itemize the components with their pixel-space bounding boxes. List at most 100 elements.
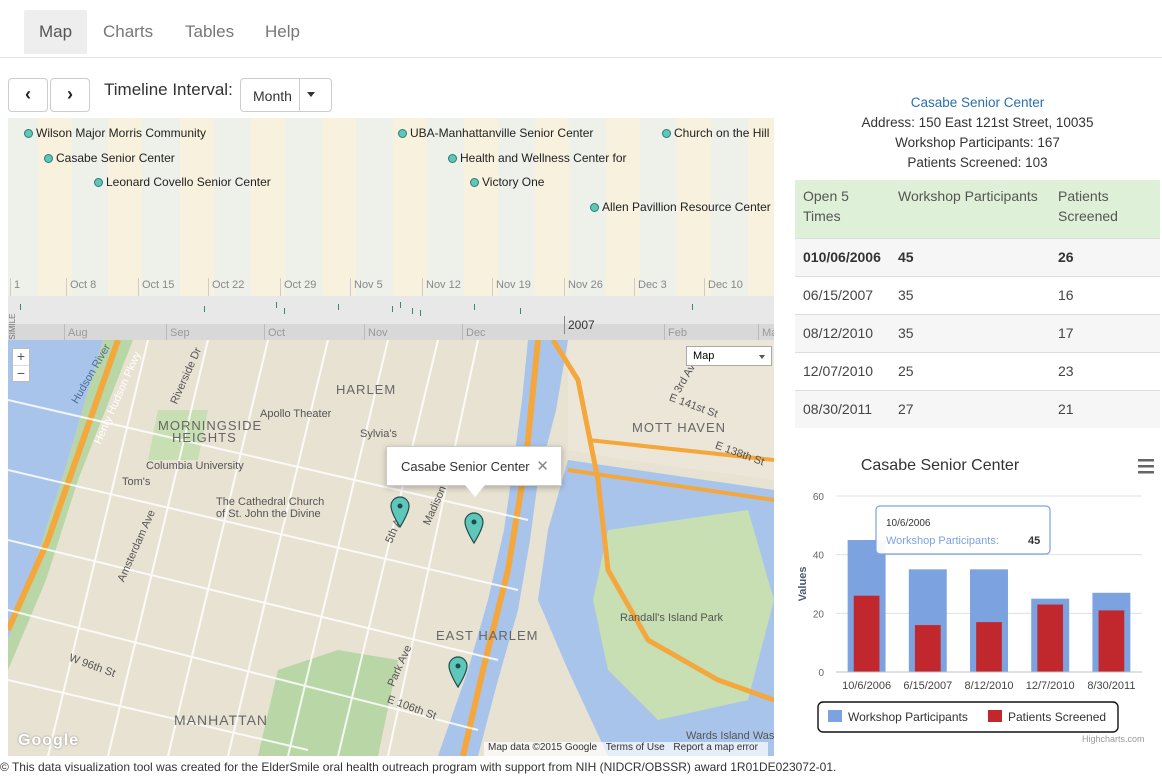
event-label: Wilson Major Morris Community bbox=[36, 126, 207, 140]
map-info-window: Casabe Senior Center ✕ bbox=[386, 446, 562, 497]
legend-label-workshop: Workshop Participants bbox=[848, 710, 968, 724]
chevron-right-icon: › bbox=[67, 84, 73, 104]
bar-patients-screened bbox=[976, 622, 1002, 672]
event-dot-icon bbox=[24, 129, 33, 138]
event-dot-icon bbox=[470, 178, 479, 187]
overview-marker bbox=[204, 306, 205, 312]
cell-screened: 16 bbox=[1050, 275, 1160, 314]
event-dot-icon bbox=[44, 154, 53, 163]
event-label: UBA-Manhattanville Senior Center bbox=[410, 126, 594, 140]
timeline-stripe bbox=[464, 118, 498, 296]
select-divider bbox=[299, 79, 300, 111]
bar-chart: Casabe Senior Center 0 20 40 60 Values 10/6/20… bbox=[790, 446, 1162, 746]
map[interactable]: Hudson River Henry Hudson Pkwy Riverside… bbox=[8, 340, 774, 756]
timeline-overview[interactable]: Aug Sep Oct Nov Dec 2007 Feb Ma bbox=[8, 296, 774, 342]
map-pin-icon[interactable] bbox=[448, 656, 468, 688]
timeline-event[interactable]: Health and Wellness Center for bbox=[448, 150, 627, 166]
timeline-stripe bbox=[322, 118, 356, 296]
timeline-tick: Nov 26 bbox=[564, 278, 603, 298]
cell-date: 12/07/2010 bbox=[795, 351, 890, 390]
map-label: EAST HARLEM bbox=[436, 628, 539, 643]
y-tick-label: 20 bbox=[813, 609, 825, 620]
cell-workshop: 27 bbox=[890, 389, 1050, 428]
report-map-error-link[interactable]: Report a map error bbox=[673, 742, 757, 753]
column-header: Workshop Participants bbox=[890, 180, 1050, 238]
map-label: Randall's Island Park bbox=[620, 612, 723, 624]
close-icon[interactable]: ✕ bbox=[536, 457, 549, 475]
timeline-event[interactable]: Victory One bbox=[470, 174, 544, 190]
map-label: Apollo Theater bbox=[260, 408, 332, 420]
overview-marker bbox=[420, 310, 421, 316]
overview-marker bbox=[338, 304, 339, 310]
timeline-event[interactable]: Leonard Covello Senior Center bbox=[94, 174, 271, 190]
tab-help[interactable]: Help bbox=[250, 10, 315, 54]
legend-label-screened: Patients Screened bbox=[1008, 710, 1106, 724]
next-button[interactable]: › bbox=[50, 78, 90, 112]
table-row: 12/07/2010 25 23 bbox=[795, 351, 1160, 390]
map-data-attribution: Map data ©2015 Google bbox=[488, 742, 598, 753]
bar-patients-screened bbox=[853, 595, 880, 672]
map-label: Columbia University bbox=[146, 460, 244, 472]
overview-marker bbox=[392, 306, 393, 312]
caret-down-icon bbox=[759, 355, 765, 359]
tooltip-series: Workshop Participants: bbox=[886, 535, 999, 547]
tooltip-category: 10/6/2006 bbox=[886, 518, 931, 529]
map-type-select[interactable]: Map bbox=[686, 346, 772, 366]
event-label: Church on the Hill bbox=[674, 126, 770, 140]
timeline[interactable]: Wilson Major Morris Community Casabe Sen… bbox=[8, 118, 774, 342]
map-label: MOTT HAVEN bbox=[632, 420, 727, 435]
cell-screened: 26 bbox=[1050, 237, 1160, 276]
map-label: HEIGHTS bbox=[172, 430, 237, 445]
y-tick-label: 0 bbox=[818, 668, 824, 679]
timeline-tick: Oct 29 bbox=[280, 278, 316, 298]
tab-tables[interactable]: Tables bbox=[170, 10, 249, 54]
cell-workshop: 35 bbox=[890, 275, 1050, 314]
timeline-event[interactable]: Allen Pavillion Resource Center bbox=[590, 199, 771, 215]
timeline-event[interactable]: Casabe Senior Center bbox=[44, 150, 175, 166]
timeline-interval-select[interactable]: Month bbox=[240, 78, 332, 112]
terms-link[interactable]: Terms of Use bbox=[606, 742, 665, 753]
timeline-stripe bbox=[393, 118, 427, 296]
timeline-event[interactable]: Church on the Hill bbox=[662, 125, 769, 141]
zoom-in-button[interactable]: + bbox=[13, 349, 29, 365]
map-label: of St. John the Divine bbox=[216, 508, 321, 520]
overview-year: 2007 bbox=[564, 316, 595, 334]
tab-charts[interactable]: Charts bbox=[88, 10, 168, 54]
map-label: Sylvia's bbox=[360, 428, 397, 440]
zoom-out-button[interactable]: − bbox=[13, 365, 29, 381]
event-dot-icon bbox=[398, 129, 407, 138]
funding-credit: © This data visualization tool was creat… bbox=[0, 760, 837, 774]
prev-button[interactable]: ‹ bbox=[8, 78, 48, 112]
timeline-stripe bbox=[535, 118, 569, 296]
timeline-tick: Oct 22 bbox=[208, 278, 244, 298]
bar-patients-screened bbox=[1037, 604, 1064, 672]
history-table: Open 5 Times Workshop Participants Patie… bbox=[795, 180, 1160, 428]
bar-patients-screened bbox=[914, 625, 941, 672]
highcharts-credits[interactable]: Highcharts.com bbox=[1082, 734, 1145, 744]
tab-map[interactable]: Map bbox=[24, 10, 88, 54]
cell-screened: 17 bbox=[1050, 313, 1160, 352]
chart-svg: Casabe Senior Center 0 20 40 60 Values 10/6/20… bbox=[797, 457, 1154, 733]
x-tick-label: 8/30/2011 bbox=[1087, 680, 1135, 692]
table-header-row: Open 5 Times Workshop Participants Patie… bbox=[795, 180, 1160, 238]
cell-date: 06/15/2007 bbox=[795, 275, 890, 314]
timeline-watermark: Timeline © SIMILE bbox=[8, 313, 17, 342]
cell-workshop: 25 bbox=[890, 351, 1050, 390]
overview-band bbox=[8, 296, 774, 324]
overview-marker bbox=[276, 302, 277, 308]
tooltip-value: 45 bbox=[1028, 535, 1040, 547]
timeline-event[interactable]: Wilson Major Morris Community bbox=[24, 125, 206, 141]
event-dot-icon bbox=[662, 129, 671, 138]
event-label: Casabe Senior Center bbox=[56, 151, 175, 165]
chart-title: Casabe Senior Center bbox=[861, 457, 1020, 474]
hamburger-menu-icon[interactable] bbox=[1138, 459, 1154, 474]
legend-swatch-workshop bbox=[828, 710, 842, 722]
map-pin-icon[interactable] bbox=[390, 496, 410, 528]
x-tick-label: 6/15/2007 bbox=[903, 680, 952, 692]
timeline-event[interactable]: UBA-Manhattanville Senior Center bbox=[398, 125, 593, 141]
timeline-tick: Nov 19 bbox=[492, 278, 531, 298]
timeline-tick: 1 bbox=[10, 278, 20, 298]
map-pin-icon[interactable] bbox=[464, 512, 484, 544]
zoom-control: + − bbox=[12, 348, 30, 382]
map-label: MANHATTAN bbox=[174, 712, 269, 728]
